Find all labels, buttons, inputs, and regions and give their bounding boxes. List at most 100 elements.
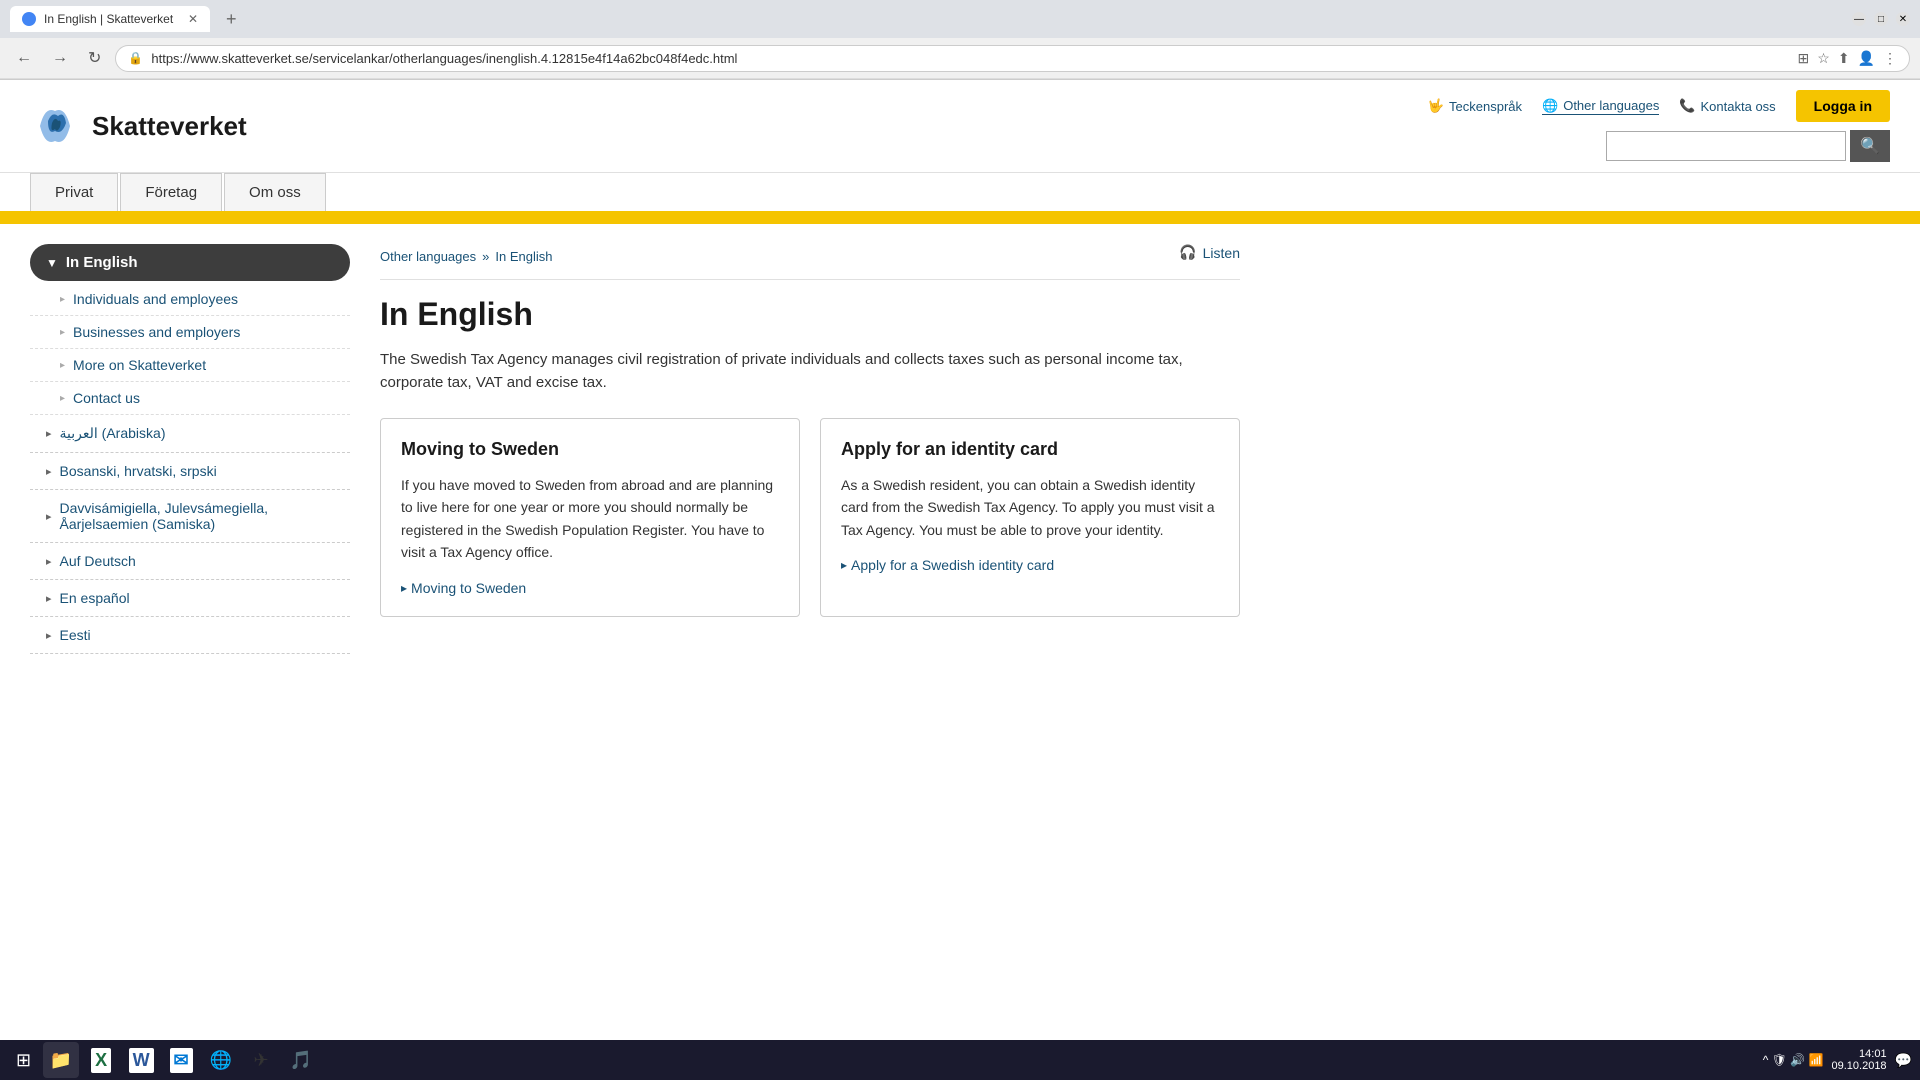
browser-addressbar: ← → ↻ 🔒 https://www.skatteverket.se/serv… xyxy=(0,38,1920,79)
card-moving-to-sweden: Moving to Sweden If you have moved to Sw… xyxy=(380,418,800,617)
sidebar-lang-espanol[interactable]: ▸ En español xyxy=(30,580,350,617)
lang-arrow-icon: ▸ xyxy=(46,629,52,642)
card-identity-link[interactable]: ▸ Apply for a Swedish identity card xyxy=(841,557,1219,573)
taskbar-date: 09.10.2018 xyxy=(1832,1060,1887,1072)
sidebar-sub-label-more: More on Skatteverket xyxy=(73,357,206,373)
taskbar-clock: 14:01 09.10.2018 xyxy=(1832,1048,1887,1072)
logo-text: Skatteverket xyxy=(92,111,247,142)
card-identity-link-text: Apply for a Swedish identity card xyxy=(851,557,1054,573)
header-top-links: 🤟 Teckenspråk 🌐 Other languages 📞 Kontak… xyxy=(1428,90,1890,122)
taskbar-notification-icon[interactable]: 💬 xyxy=(1895,1052,1912,1069)
sidebar-lang-bosanski[interactable]: ▸ Bosanski, hrvatski, srpski xyxy=(30,453,350,490)
yellow-bar xyxy=(0,214,1920,224)
login-button[interactable]: Logga in xyxy=(1796,90,1890,122)
nav-privat-label: Privat xyxy=(55,184,93,201)
other-languages-link[interactable]: 🌐 Other languages xyxy=(1542,98,1659,115)
browser-tab[interactable]: In English | Skatteverket ✕ xyxy=(10,6,210,32)
content-layout: ▼ In English ▸ Individuals and employees… xyxy=(0,224,1300,674)
search-area: 🔍 xyxy=(1606,130,1890,162)
taskbar-outlook-icon[interactable]: ✉ xyxy=(163,1042,199,1078)
taskbar-files-icon[interactable]: 📁 xyxy=(43,1042,79,1078)
main-content: Other languages » In English 🎧 Listen In… xyxy=(350,244,1270,654)
sidebar-main-arrow-icon: ▼ xyxy=(46,256,58,270)
profile-icon[interactable]: 👤 xyxy=(1858,50,1875,67)
card-identity-text: As a Swedish resident, you can obtain a … xyxy=(841,474,1219,541)
taskbar-time: 14:01 xyxy=(1859,1048,1887,1060)
sign-language-label: Teckenspråk xyxy=(1449,99,1522,114)
nav-foretag[interactable]: Företag xyxy=(120,173,222,211)
logo-area: Skatteverket xyxy=(30,101,247,151)
start-button[interactable]: ⊞ xyxy=(8,1046,39,1075)
cards-row: Moving to Sweden If you have moved to Sw… xyxy=(380,418,1240,617)
contact-label: Kontakta oss xyxy=(1701,99,1776,114)
forward-button[interactable]: → xyxy=(46,45,74,71)
sub-bullet-icon: ▸ xyxy=(60,294,65,305)
taskbar-telegram-icon[interactable]: ✈ xyxy=(243,1042,279,1078)
browser-chrome: In English | Skatteverket ✕ + — □ ✕ ← → … xyxy=(0,0,1920,80)
url-text: https://www.skatteverket.se/servicelanka… xyxy=(151,51,1789,66)
tab-favicon xyxy=(22,12,36,26)
sidebar-lang-deutsch[interactable]: ▸ Auf Deutsch xyxy=(30,543,350,580)
menu-icon[interactable]: ⋮ xyxy=(1883,50,1897,67)
translate-icon[interactable]: ⊞ xyxy=(1798,50,1810,67)
card-moving-text: If you have moved to Sweden from abroad … xyxy=(401,474,779,564)
lang-arrow-icon: ▸ xyxy=(46,555,52,568)
close-button[interactable]: ✕ xyxy=(1896,12,1910,26)
sidebar-sub-label-contact: Contact us xyxy=(73,390,140,406)
taskbar-word-icon[interactable]: W xyxy=(123,1042,159,1078)
lang-arrow-icon: ▸ xyxy=(46,465,52,478)
taskbar-system-icons: ^ 🛡 🔊 📶 xyxy=(1763,1053,1824,1067)
minimize-button[interactable]: — xyxy=(1852,12,1866,26)
new-tab-button[interactable]: + xyxy=(218,7,245,32)
search-button[interactable]: 🔍 xyxy=(1850,130,1890,162)
sidebar-lang-label-bosanski: Bosanski, hrvatski, srpski xyxy=(60,463,217,479)
taskbar-excel-icon[interactable]: X xyxy=(83,1042,119,1078)
listen-icon: 🎧 xyxy=(1179,244,1196,261)
contact-link[interactable]: 📞 Kontakta oss xyxy=(1679,98,1775,114)
taskbar-right: ^ 🛡 🔊 📶 14:01 09.10.2018 💬 xyxy=(1763,1048,1912,1072)
nav-om-oss-label: Om oss xyxy=(249,184,301,201)
header-right: 🤟 Teckenspråk 🌐 Other languages 📞 Kontak… xyxy=(1428,90,1890,162)
sub-bullet-icon: ▸ xyxy=(60,393,65,404)
logo-svg xyxy=(30,101,80,151)
taskbar-spotify-icon[interactable]: 🎵 xyxy=(283,1042,319,1078)
lock-icon: 🔒 xyxy=(128,51,143,65)
sign-language-link[interactable]: 🤟 Teckenspråk xyxy=(1428,98,1522,114)
back-button[interactable]: ← xyxy=(10,45,38,71)
main-nav: Privat Företag Om oss xyxy=(0,173,1920,214)
sidebar-lang-arabiska[interactable]: ▸ العربية (Arabiska) xyxy=(30,415,350,453)
other-languages-label: Other languages xyxy=(1563,98,1659,113)
search-input[interactable] xyxy=(1606,131,1846,161)
sidebar-main-item[interactable]: ▼ In English xyxy=(30,244,350,281)
card-moving-link[interactable]: ▸ Moving to Sweden xyxy=(401,580,779,596)
nav-foretag-label: Företag xyxy=(145,184,197,201)
sidebar-lang-label-deutsch: Auf Deutsch xyxy=(60,553,136,569)
taskbar-chrome-icon[interactable]: 🌐 xyxy=(203,1042,239,1078)
address-bar[interactable]: 🔒 https://www.skatteverket.se/servicelan… xyxy=(115,45,1910,72)
lang-arrow-icon: ▸ xyxy=(46,592,52,605)
sidebar-sub-item-more[interactable]: ▸ More on Skatteverket xyxy=(30,349,350,382)
listen-label: Listen xyxy=(1203,245,1240,261)
page-wrapper: Skatteverket 🤟 Teckenspråk 🌐 Other langu… xyxy=(0,80,1920,1070)
page-description: The Swedish Tax Agency manages civil reg… xyxy=(380,349,1240,394)
card-moving-link-text: Moving to Sweden xyxy=(411,580,526,596)
sidebar-lang-label-eesti: Eesti xyxy=(60,627,91,643)
sub-bullet-icon: ▸ xyxy=(60,360,65,371)
extension-icon[interactable]: ⬆ xyxy=(1838,50,1850,67)
sidebar-lang-eesti[interactable]: ▸ Eesti xyxy=(30,617,350,654)
listen-button[interactable]: 🎧 Listen xyxy=(1179,244,1240,261)
bookmark-icon[interactable]: ☆ xyxy=(1817,50,1830,67)
nav-om-oss[interactable]: Om oss xyxy=(224,173,326,211)
sidebar-sub-item-businesses[interactable]: ▸ Businesses and employers xyxy=(30,316,350,349)
sidebar-lang-samiska[interactable]: ▸ Davvisámigiella, Julevsámegiella, Åarj… xyxy=(30,490,350,543)
nav-privat[interactable]: Privat xyxy=(30,173,118,211)
page-title: In English xyxy=(380,296,1240,333)
maximize-button[interactable]: □ xyxy=(1874,12,1888,26)
browser-titlebar: In English | Skatteverket ✕ + — □ ✕ xyxy=(0,0,1920,38)
sidebar-sub-item-individuals[interactable]: ▸ Individuals and employees xyxy=(30,283,350,316)
tab-close-button[interactable]: ✕ xyxy=(188,12,198,26)
reload-button[interactable]: ↻ xyxy=(82,44,107,72)
sidebar-sub-item-contact[interactable]: ▸ Contact us xyxy=(30,382,350,415)
breadcrumb: Other languages » In English 🎧 Listen xyxy=(380,244,1240,280)
breadcrumb-parent-link[interactable]: Other languages xyxy=(380,249,476,264)
